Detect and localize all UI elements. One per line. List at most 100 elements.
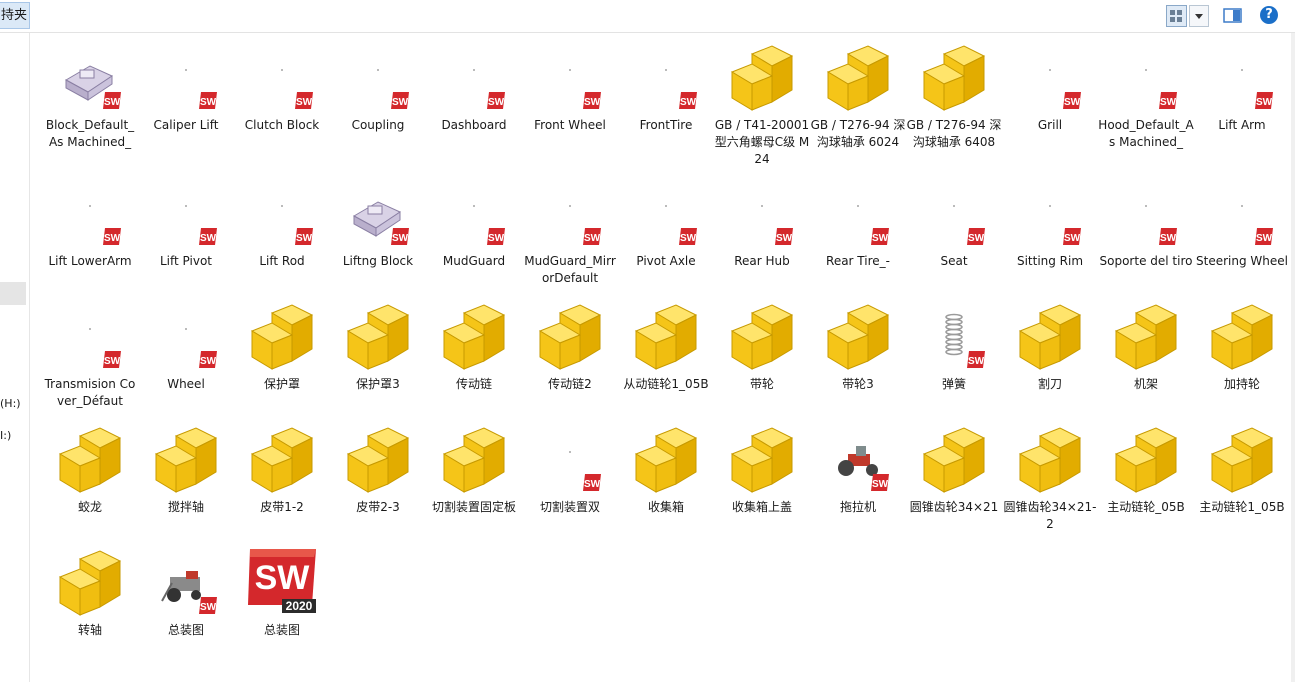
file-label: 主动链轮1_05B [1199, 500, 1285, 514]
file-label: Coupling [351, 118, 405, 132]
file-label: Soporte del tiro [1099, 254, 1193, 268]
solidworks-badge-icon: SW [1255, 228, 1273, 245]
part-block-icon [1018, 427, 1082, 493]
favorites-label: 持夹 [1, 8, 28, 23]
svg-text:SW: SW [776, 233, 793, 244]
svg-text:SW: SW [104, 233, 121, 244]
svg-text:SW: SW [1256, 97, 1273, 108]
file-icon [920, 426, 988, 494]
file-icon: SW [56, 180, 124, 248]
file-label: 机架 [1133, 377, 1158, 391]
view-dropdown-button[interactable] [1189, 5, 1209, 27]
svg-text:SW: SW [392, 233, 409, 244]
blank-thumbnail-icon [89, 205, 91, 207]
file-label: Steering Wheel [1196, 254, 1288, 268]
preview-pane-button[interactable] [1222, 6, 1244, 26]
file-label: Clutch Block [244, 118, 320, 132]
file-label: Dashboard [441, 118, 507, 132]
solidworks-badge-icon: SW [1063, 228, 1081, 245]
solidworks-badge-icon: SW [679, 92, 697, 109]
file-label: 割刀 [1037, 377, 1062, 391]
part-block-icon [250, 427, 314, 493]
file-icon: SW [1016, 180, 1084, 248]
blank-thumbnail-icon [281, 205, 283, 207]
file-label: 带轮3 [842, 377, 874, 391]
file-label: 蛟龙 [77, 500, 102, 514]
help-button[interactable]: ? [1260, 6, 1278, 24]
solidworks-badge-icon: SW [199, 351, 217, 368]
svg-text:SW: SW [1064, 233, 1081, 244]
file-label: Liftng Block [342, 254, 414, 268]
file-icon [1112, 303, 1180, 371]
blank-thumbnail-icon [761, 205, 763, 207]
part-block-icon [58, 427, 122, 493]
file-icon: SW [248, 180, 316, 248]
scrollbar[interactable] [1291, 33, 1295, 682]
svg-text:SW: SW [488, 233, 505, 244]
svg-text:SW: SW [968, 356, 985, 367]
file-icon: SW [824, 180, 892, 248]
svg-text:SW: SW [584, 479, 601, 490]
solidworks-badge-icon: SW [103, 92, 121, 109]
file-icon [728, 303, 796, 371]
nav-drive-h[interactable]: (H:) [0, 397, 21, 410]
file-label: 圆锥齿轮34×21 [909, 500, 999, 514]
favorites-tab[interactable]: 持夹 [0, 2, 30, 29]
nav-drive-i[interactable]: I:) [0, 429, 11, 442]
part-block-icon [922, 427, 986, 493]
chevron-down-icon [1195, 14, 1203, 19]
file-label: GB / T276-94 深沟球轴承 6024 [810, 118, 906, 149]
file-icon [824, 44, 892, 112]
solidworks-badge-icon: SW [199, 92, 217, 109]
svg-text:SW: SW [200, 356, 217, 367]
file-icon [56, 426, 124, 494]
file-icon [1016, 303, 1084, 371]
file-icon: SW [1208, 180, 1276, 248]
file-icon [1112, 426, 1180, 494]
solidworks-badge-icon: SW [487, 228, 505, 245]
solidworks-badge-icon: SW [775, 228, 793, 245]
file-icon [344, 303, 412, 371]
solidworks-badge-icon: SW [1255, 92, 1273, 109]
blank-thumbnail-icon [185, 69, 187, 71]
svg-text:SW: SW [296, 97, 313, 108]
solidworks-badge-icon: SW [391, 228, 409, 245]
file-label: 弹簧 [941, 377, 966, 391]
file-icon [440, 426, 508, 494]
file-label: Lift Pivot [159, 254, 212, 268]
file-icon: SW [56, 44, 124, 112]
file-icon [632, 303, 700, 371]
file-icon [440, 303, 508, 371]
file-label: MudGuard_MirrorDefault [524, 254, 616, 285]
file-label: 收集箱 [647, 500, 684, 514]
solidworks-badge-icon: SW [103, 228, 121, 245]
file-icon: SW [152, 549, 220, 617]
file-label: 总装图 [167, 623, 204, 637]
file-icon: SW [440, 180, 508, 248]
solidworks-badge-icon: SW [295, 92, 313, 109]
blank-thumbnail-icon [473, 205, 475, 207]
solidworks-badge-icon: SW [199, 597, 217, 614]
file-icon [1208, 426, 1276, 494]
part-block-icon [250, 304, 314, 370]
file-icon: SW [56, 303, 124, 371]
file-label: 皮带1-2 [260, 500, 304, 514]
part-block-icon [442, 427, 506, 493]
change-view-button[interactable] [1166, 5, 1187, 27]
file-icon [56, 549, 124, 617]
navigation-pane: (H:) I:) [0, 33, 30, 682]
file-label: 传动链2 [548, 377, 592, 391]
svg-text:SW: SW [584, 97, 601, 108]
file-label: 主动链轮_05B [1107, 500, 1185, 514]
blank-thumbnail-icon [185, 205, 187, 207]
svg-text:SW: SW [1256, 233, 1273, 244]
solidworks-badge-icon: SW [391, 92, 409, 109]
nav-selected-item[interactable] [0, 282, 26, 305]
toolbar: 持夹 ? [0, 0, 1295, 33]
blank-thumbnail-icon [185, 328, 187, 330]
solidworks-badge-icon: SW [1159, 92, 1177, 109]
file-label: 总装图 [263, 623, 300, 637]
solidworks-badge-icon: SW [1063, 92, 1081, 109]
svg-text:SW: SW [200, 233, 217, 244]
solidworks-badge-icon: SW [967, 351, 985, 368]
